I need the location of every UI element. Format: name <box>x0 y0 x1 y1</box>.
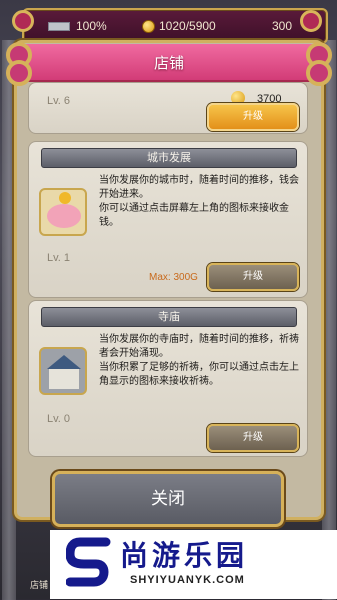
health-icon <box>48 22 70 31</box>
watermark: 尚游乐园 SHYIYUANYK.COM <box>50 530 337 599</box>
coin-icon <box>142 20 155 33</box>
corner-ornament-icon <box>6 60 32 86</box>
bottom-tab-shop[interactable]: 店铺 <box>30 578 48 591</box>
piggy-bank-icon <box>39 188 87 236</box>
level-label: Lv. 1 <box>47 252 71 264</box>
points-count: 300 <box>272 19 293 33</box>
ornament-icon <box>300 10 322 32</box>
card-description: 当你发展你的城市时，随着时间的推移，钱会开始进来。 你可以通过点击屏幕左上角的图… <box>99 175 299 228</box>
card-title: 寺庙 <box>41 307 297 327</box>
shop-card-city: 城市发展 当你发展你的城市时，随着时间的推移，钱会开始进来。 你可以通过点击屏幕… <box>28 141 308 298</box>
upgrade-button[interactable]: 升级 <box>207 103 299 131</box>
upgrade-button[interactable]: 升级 <box>207 424 299 452</box>
health-percent: 100% <box>76 19 107 33</box>
dialog-title: 店铺 <box>14 44 324 82</box>
upgrade-button[interactable]: 升级 <box>207 263 299 291</box>
level-label: Lv. 0 <box>47 413 71 425</box>
status-bar: 100% 1020/5900 300 <box>22 8 328 44</box>
level-label: Lv. 6 <box>47 95 71 107</box>
close-button[interactable]: 关闭 <box>52 471 284 527</box>
bg-pillar <box>322 40 336 600</box>
card-description: 当你发展你的寺庙时，随着时间的推移，祈祷者会开始涌现。 当你积累了足够的祈祷，你… <box>99 334 299 387</box>
coin-count: 1020/5900 <box>159 19 216 33</box>
max-label: Max: 300G <box>149 272 198 283</box>
temple-icon <box>39 347 87 395</box>
shop-card-temple: 寺庙 当你发展你的寺庙时，随着时间的推移，祈祷者会开始涌现。 当你积累了足够的祈… <box>28 300 308 457</box>
corner-ornament-icon <box>306 60 332 86</box>
logo-icon <box>66 537 111 587</box>
card-title: 城市发展 <box>41 148 297 168</box>
ornament-icon <box>12 10 34 32</box>
watermark-url: SHYIYUANYK.COM <box>130 574 245 586</box>
watermark-name: 尚游乐园 <box>120 539 249 572</box>
shop-card: Lv. 6 3700 升级 <box>28 82 308 134</box>
